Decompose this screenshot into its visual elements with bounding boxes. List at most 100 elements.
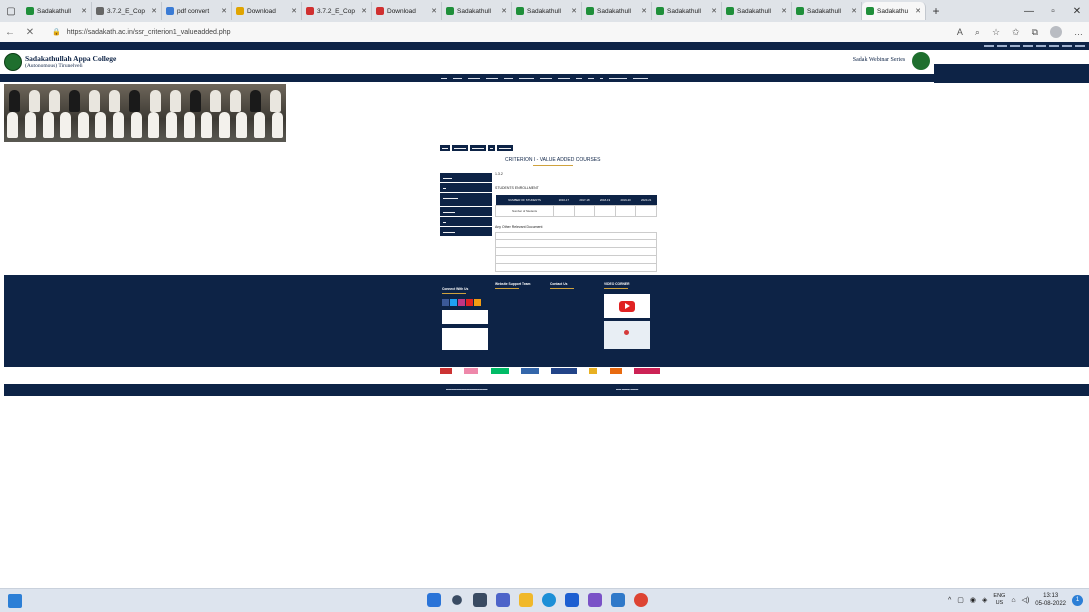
partner-logo[interactable] <box>589 368 598 374</box>
store-icon[interactable] <box>565 593 579 607</box>
clock[interactable]: 13:13 05-08-2022 <box>1035 592 1066 608</box>
nav-item[interactable]: ▬▬▬▬ <box>486 76 498 80</box>
breadcrumb-item[interactable]: ▬ <box>488 145 495 151</box>
browser-tab[interactable]: pdf convert ✕ <box>162 2 232 20</box>
tab-close-icon[interactable]: ✕ <box>361 7 367 15</box>
browser-tab[interactable]: Sadakathull ✕ <box>582 2 652 20</box>
tab-close-icon[interactable]: ✕ <box>221 7 227 15</box>
document-link[interactable] <box>495 256 657 264</box>
twitter-icon[interactable] <box>450 299 457 306</box>
browser-tab[interactable]: Download ✕ <box>372 2 442 20</box>
nav-item[interactable]: ▬▬▬▬▬ <box>519 76 534 80</box>
tab-close-icon[interactable]: ✕ <box>711 7 717 15</box>
chat-icon[interactable] <box>496 593 510 607</box>
breadcrumb-item[interactable]: ▬▬▬▬ <box>452 145 468 151</box>
nav-item[interactable]: ▬▬ <box>441 76 447 80</box>
campaign-image[interactable] <box>442 310 488 324</box>
task-view-icon[interactable] <box>473 593 487 607</box>
favorites-list-icon[interactable]: ✩ <box>1012 27 1020 38</box>
nav-item[interactable]: ▬▬▬ <box>453 76 462 80</box>
nav-item[interactable]: ▬▬▬ <box>504 76 513 80</box>
start-icon[interactable] <box>427 593 441 607</box>
volume-icon[interactable]: ◁) <box>1022 596 1030 604</box>
browser-tab[interactable]: 3.7.2_E_Cop ✕ <box>92 2 162 20</box>
azadi-ka-amrit-logo[interactable] <box>442 328 488 350</box>
rss-icon[interactable] <box>474 299 481 306</box>
sidebar-item[interactable]: ▬ <box>440 217 492 226</box>
partner-logo[interactable] <box>464 368 479 374</box>
browser-tab[interactable]: Sadakathull ✕ <box>722 2 792 20</box>
browser-tab[interactable]: Sadakathull ✕ <box>512 2 582 20</box>
collections-icon[interactable]: ⧉ <box>1032 27 1038 38</box>
footer-links[interactable]: ▬▬ ▬▬▬ ▬▬▬ <box>616 388 638 391</box>
sidebar-item[interactable]: ▬▬▬ <box>440 173 492 182</box>
nav-item[interactable]: ▬▬▬▬▬▬ <box>609 76 627 80</box>
tab-close-icon[interactable]: ✕ <box>641 7 647 15</box>
app-icon[interactable] <box>611 593 625 607</box>
tab-close-icon[interactable]: ✕ <box>501 7 507 15</box>
nav-item[interactable]: ▬▬▬▬ <box>540 76 552 80</box>
partner-logo[interactable] <box>490 368 509 374</box>
tab-close-icon[interactable]: ✕ <box>781 7 787 15</box>
partner-logo[interactable] <box>633 368 660 374</box>
nav-item[interactable]: ▬▬▬▬▬ <box>633 76 648 80</box>
refresh-icon[interactable]: ✕ <box>20 27 40 38</box>
college-logo[interactable] <box>4 53 22 71</box>
youtube-icon[interactable] <box>466 299 473 306</box>
tray-expand-icon[interactable]: ^ <box>948 597 951 604</box>
sidebar-item[interactable]: ▬▬▬▬▬ <box>440 193 492 206</box>
browser-tab[interactable]: Sadakathull ✕ <box>22 2 92 20</box>
network-icon[interactable]: ⌂ <box>1011 597 1015 604</box>
browser-tab[interactable]: Sadakathu ✕ <box>862 2 926 20</box>
browser-tab[interactable]: Download ✕ <box>232 2 302 20</box>
tab-close-icon[interactable]: ✕ <box>571 7 577 15</box>
location-map[interactable] <box>604 321 650 349</box>
profile-avatar[interactable] <box>1050 26 1062 38</box>
breadcrumb-item[interactable]: ▬▬ <box>440 145 450 151</box>
browser-tab[interactable]: Sadakathull ✕ <box>442 2 512 20</box>
video-player[interactable] <box>604 294 650 318</box>
file-explorer-icon[interactable] <box>519 593 533 607</box>
document-link[interactable] <box>495 264 657 272</box>
tab-close-icon[interactable]: ✕ <box>851 7 857 15</box>
new-tab-button[interactable]: + <box>926 4 946 18</box>
document-link[interactable] <box>495 232 657 240</box>
more-options-icon[interactable]: … <box>1074 27 1083 37</box>
facebook-icon[interactable] <box>442 299 449 306</box>
instagram-icon[interactable] <box>458 299 465 306</box>
tab-close-icon[interactable]: ✕ <box>431 7 437 15</box>
sidebar-item[interactable]: ▬▬▬▬ <box>440 227 492 236</box>
tab-close-icon[interactable]: ✕ <box>915 7 921 15</box>
notification-badge[interactable]: 1 <box>1072 594 1083 606</box>
app-icon[interactable] <box>588 593 602 607</box>
tab-close-icon[interactable]: ✕ <box>291 7 297 15</box>
tab-actions-icon[interactable]: ▢ <box>0 0 22 22</box>
browser-tab[interactable]: Sadakathull ✕ <box>792 2 862 20</box>
tab-close-icon[interactable]: ✕ <box>151 7 157 15</box>
document-link[interactable] <box>495 248 657 256</box>
tray-app-icon[interactable]: ◉ <box>970 596 976 604</box>
back-icon[interactable]: ← <box>0 27 20 38</box>
search-icon[interactable] <box>452 595 462 605</box>
sidebar-item[interactable]: ▬▬▬▬ <box>440 207 492 216</box>
chrome-icon[interactable] <box>634 593 648 607</box>
partner-logo[interactable] <box>440 368 452 374</box>
sidebar-item[interactable]: ▬ <box>440 183 492 192</box>
favorite-icon[interactable]: ☆ <box>992 27 1000 38</box>
partner-logo[interactable] <box>551 368 578 374</box>
tab-close-icon[interactable]: ✕ <box>81 7 87 15</box>
maximize-icon[interactable]: ▫ <box>1041 6 1065 17</box>
nav-item[interactable]: ▬▬ <box>576 76 582 80</box>
breadcrumb-item[interactable]: ▬▬▬▬ <box>497 145 513 151</box>
nav-item[interactable]: ▬ <box>600 76 603 80</box>
language-indicator[interactable]: ENG US <box>993 593 1005 607</box>
webinar-logo[interactable] <box>912 52 930 70</box>
tray-app-icon[interactable]: ◈ <box>982 596 987 604</box>
close-icon[interactable]: ✕ <box>1065 6 1089 17</box>
browser-tab[interactable]: Sadakathull ✕ <box>652 2 722 20</box>
browser-tab[interactable]: 3.7.2_E_Cop ✕ <box>302 2 372 20</box>
nav-item[interactable]: ▬▬▬▬ <box>468 76 480 80</box>
minimize-icon[interactable]: — <box>1017 6 1041 17</box>
url-field[interactable]: 🔒 https://sadakath.ac.in/ssr_criterion1_… <box>52 28 231 37</box>
zoom-icon[interactable]: ⌕ <box>975 27 980 38</box>
